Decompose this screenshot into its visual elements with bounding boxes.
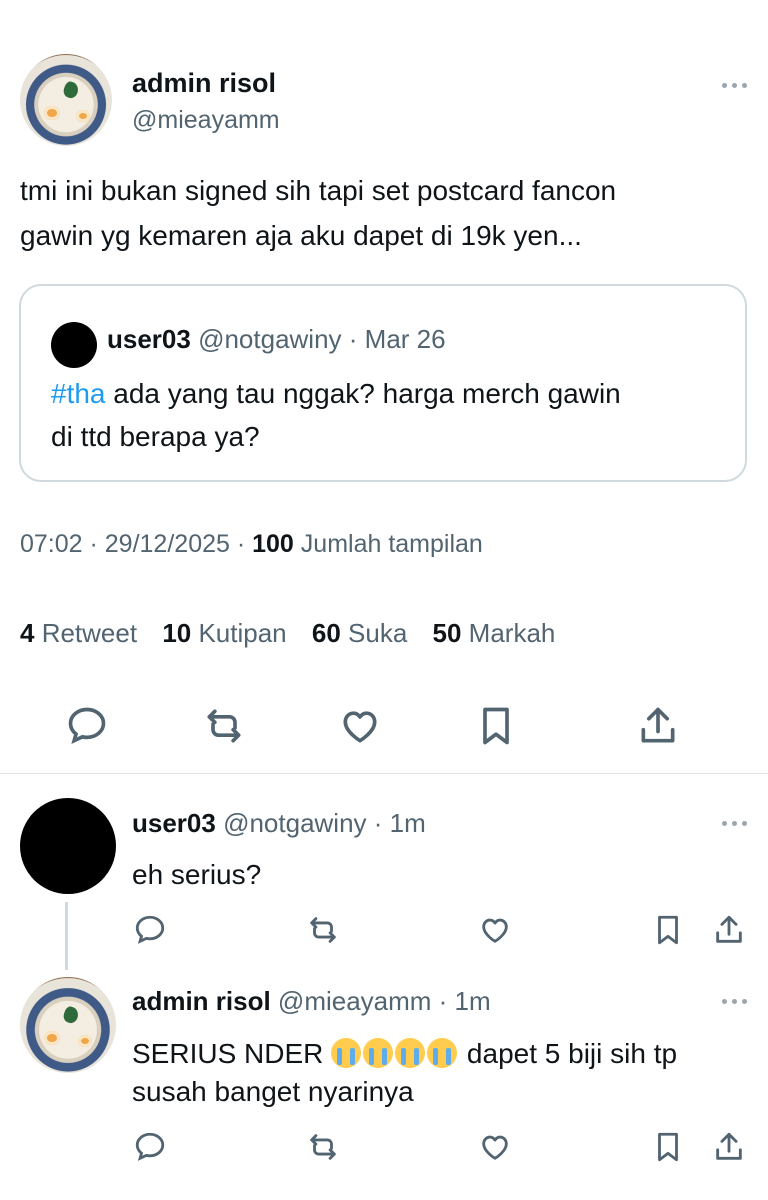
reply-time: · 1m	[366, 808, 426, 838]
quote-text-line: ada yang tau nggak? harga merch gawin	[105, 378, 621, 409]
like-icon[interactable]	[478, 1130, 512, 1164]
crying-emoji-icon	[331, 1038, 459, 1069]
reply-author-avatar[interactable]	[20, 798, 116, 894]
reply-author-name[interactable]: admin risol	[132, 986, 271, 1016]
stat-label: Retweet	[34, 618, 138, 648]
author-name[interactable]: admin risol	[132, 68, 276, 99]
quote-date: · Mar 26	[348, 324, 446, 354]
quote-text: #tha ada yang tau nggak? harga merch gaw…	[51, 372, 731, 458]
reply-text: eh serius?	[132, 859, 262, 890]
stat-bookmarks[interactable]: 50 Markah	[433, 618, 556, 648]
reply-text: SERIUS NDER dapet 5 biji sih tp susah ba…	[132, 1035, 732, 1111]
quote-author-avatar	[51, 322, 97, 368]
quote-author-name: user03	[107, 324, 191, 354]
avatar-image-detail	[78, 1035, 92, 1047]
like-icon[interactable]	[478, 913, 512, 947]
engagement-stats: 4 Retweet 10 Kutipan 60 Suka 50 Markah	[20, 618, 573, 649]
section-divider	[0, 773, 768, 774]
reply-header: user03 @notgawiny · 1m	[132, 808, 426, 839]
stat-likes[interactable]: 60 Suka	[312, 618, 407, 648]
more-options-icon[interactable]	[722, 818, 752, 828]
reply-header: admin risol @mieayamm · 1m	[132, 986, 491, 1017]
bookmark-icon[interactable]	[474, 704, 518, 748]
author-avatar[interactable]	[20, 54, 112, 146]
author-handle[interactable]: @mieayamm	[132, 106, 280, 135]
reply-author-avatar[interactable]	[20, 977, 116, 1073]
reply-time: · 1m	[431, 986, 491, 1016]
stat-count: 60	[311, 618, 341, 648]
stat-retweets[interactable]: 4 Retweet	[20, 618, 137, 648]
tweet-text: tmi ini bukan signed sih tapi set postca…	[20, 168, 740, 258]
avatar-image-detail	[44, 1031, 60, 1045]
quote-header: user03 @notgawiny · Mar 26	[107, 324, 446, 355]
hashtag-link[interactable]: #tha	[51, 378, 106, 409]
tweet-text-line: tmi ini bukan signed sih tapi set postca…	[20, 175, 617, 206]
like-icon[interactable]	[338, 704, 382, 748]
reply-text-suffix: dapet 5 biji sih tp	[459, 1038, 678, 1069]
stat-quotes[interactable]: 10 Kutipan	[162, 618, 286, 648]
tweet-text-line: gawin yg kemaren aja aku dapet di 19k ye…	[20, 220, 582, 251]
share-icon[interactable]	[712, 913, 746, 947]
reply-author-handle[interactable]: @notgawiny	[216, 808, 366, 838]
reply-author-name[interactable]: user03	[132, 808, 216, 838]
bookmark-icon[interactable]	[651, 1130, 685, 1164]
stat-label: Suka	[340, 618, 408, 648]
stat-count: 10	[162, 618, 192, 648]
stat-count: 50	[432, 618, 462, 648]
tweet-timestamp: 07:02 · 29/12/2025 · 100 Jumlah tampilan	[20, 530, 483, 559]
stat-label: Kutipan	[191, 618, 287, 648]
timestamp-text: 07:02 · 29/12/2025 ·	[20, 530, 253, 558]
retweet-icon[interactable]	[306, 913, 340, 947]
views-count: 100	[252, 530, 294, 558]
reply-icon[interactable]	[65, 704, 109, 748]
reply-icon[interactable]	[133, 913, 167, 947]
avatar-image-detail	[61, 1005, 81, 1025]
retweet-icon[interactable]	[202, 704, 246, 748]
thread-connector-line	[65, 902, 68, 970]
retweet-icon[interactable]	[306, 1130, 340, 1164]
avatar-image-detail	[44, 106, 60, 120]
avatar-image-detail	[61, 80, 81, 100]
reply-text-line: susah banget nyarinya	[132, 1076, 414, 1107]
reply-author-handle[interactable]: @mieayamm	[271, 986, 432, 1016]
quoted-tweet-card[interactable]: user03 @notgawiny · Mar 26 #tha ada yang…	[19, 284, 747, 482]
reply-icon[interactable]	[133, 1130, 167, 1164]
share-icon[interactable]	[636, 704, 680, 748]
quote-text-line: di ttd berapa ya?	[51, 421, 260, 452]
quote-author-handle: @notgawiny	[198, 324, 342, 354]
share-icon[interactable]	[712, 1130, 746, 1164]
more-options-icon[interactable]	[722, 80, 752, 90]
stat-label: Markah	[461, 618, 556, 648]
bookmark-icon[interactable]	[651, 913, 685, 947]
more-options-icon[interactable]	[722, 996, 752, 1006]
reply-text-prefix: SERIUS NDER	[132, 1038, 332, 1069]
stat-count: 4	[20, 618, 35, 648]
views-label: Jumlah tampilan	[293, 530, 483, 558]
avatar-image-detail	[76, 110, 90, 122]
